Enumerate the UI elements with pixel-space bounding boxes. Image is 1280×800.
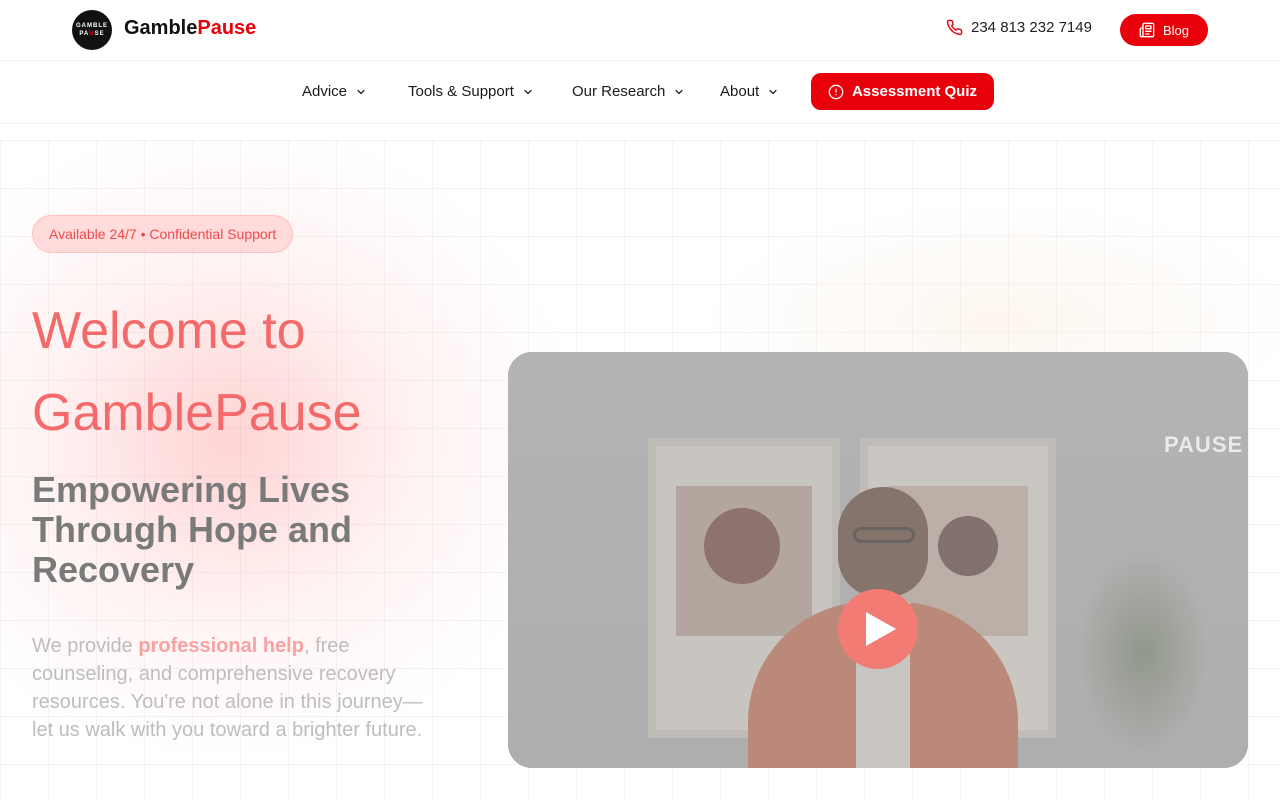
top-bar: GAMBLE PAUSE GamblePause 234 813 232 714… bbox=[0, 0, 1280, 60]
video-watermark: PAUSE bbox=[1164, 432, 1244, 457]
hero-title-line-1: Welcome to bbox=[32, 302, 306, 360]
intro-video[interactable]: PAUSE bbox=[508, 352, 1248, 768]
nav-item-advice[interactable]: Advice bbox=[302, 83, 367, 100]
video-overlay bbox=[508, 352, 1248, 768]
hero-subtitle: Empowering Lives Through Hope and Recove… bbox=[32, 469, 352, 590]
nav-item-label: Tools & Support bbox=[408, 83, 514, 100]
nav-item-tools-support[interactable]: Tools & Support bbox=[408, 83, 534, 100]
phone-link[interactable]: 234 813 232 7149 bbox=[946, 19, 1092, 36]
nav-item-label: Advice bbox=[302, 83, 348, 100]
logo-text-mid: PAUSE bbox=[79, 31, 105, 37]
chevron-down-icon bbox=[524, 89, 532, 94]
play-button[interactable] bbox=[838, 589, 918, 669]
chevron-down-icon bbox=[357, 89, 365, 94]
hero-description: We provide professional help, free couns… bbox=[32, 632, 442, 744]
nav-item-label: Our Research bbox=[572, 83, 666, 100]
brand-part-2: Pause bbox=[197, 17, 257, 39]
assessment-quiz-label: Assessment Quiz bbox=[851, 83, 978, 100]
phone-icon bbox=[946, 19, 963, 36]
brand-part-1: Gamble bbox=[124, 17, 198, 39]
logo[interactable]: GAMBLE PAUSE bbox=[72, 10, 112, 50]
logo-text-top: GAMBLE bbox=[76, 23, 108, 29]
hero-section: Available 24/7 • Confidential Support We… bbox=[0, 140, 1280, 800]
professional-help-link[interactable]: professional help bbox=[138, 635, 304, 657]
availability-badge: Available 24/7 • Confidential Support bbox=[32, 215, 294, 253]
hero-title: Welcome to GamblePause bbox=[32, 290, 362, 454]
hero-description-start: We provide bbox=[32, 635, 139, 657]
chevron-down-icon bbox=[769, 89, 777, 94]
blog-button[interactable]: Blog bbox=[1120, 14, 1208, 46]
nav-item-our-research[interactable]: Our Research bbox=[572, 83, 685, 100]
nav-item-label: About bbox=[720, 83, 760, 100]
chevron-down-icon bbox=[675, 89, 683, 94]
nav-item-about[interactable]: About bbox=[720, 83, 779, 100]
assessment-quiz-button[interactable]: Assessment Quiz bbox=[811, 73, 994, 110]
blog-label: Blog bbox=[1162, 22, 1190, 38]
play-icon bbox=[866, 612, 896, 646]
newspaper-icon bbox=[1139, 22, 1155, 38]
availability-badge-text: Available 24/7 • Confidential Support bbox=[49, 226, 277, 242]
alert-circle-icon bbox=[828, 84, 844, 99]
main-nav: Advice Tools & Support Our Research Abou… bbox=[0, 60, 1280, 124]
brand-name[interactable]: GamblePause bbox=[124, 17, 256, 40]
hero-title-line-2: GamblePause bbox=[32, 384, 362, 442]
phone-number: 234 813 232 7149 bbox=[971, 19, 1092, 36]
